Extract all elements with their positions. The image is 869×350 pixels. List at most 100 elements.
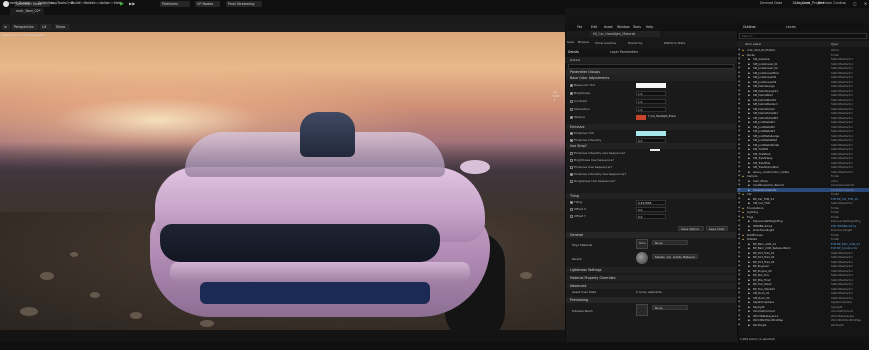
viewport-menu-icon[interactable]: ≡ <box>2 24 10 30</box>
vp-nodes-button[interactable]: VP Nodes <box>195 1 220 7</box>
tab-details[interactable]: Details <box>568 50 579 54</box>
window-controls[interactable]: – ◻ ✕ <box>844 1 869 6</box>
menu-item-tools[interactable]: Tools <box>57 1 66 5</box>
details-label: Details <box>570 58 581 62</box>
texture-name: T_Car_Headlight_Emiss <box>648 115 676 118</box>
property-row: Emissive Intensity Use Sequencer? <box>566 171 736 177</box>
cmd-dropdown[interactable]: Cmd <box>66 1 74 5</box>
section-lightmass[interactable]: Lightmass Settings <box>566 267 736 273</box>
save-button[interactable]: Save <box>567 40 574 44</box>
material-menu-help[interactable]: Help <box>646 25 653 29</box>
material-menu-asset[interactable]: Asset <box>604 25 613 29</box>
property-value-input[interactable]: 0.497868 <box>636 199 666 205</box>
content-drawer-button[interactable]: Content Drawer <box>4 1 31 5</box>
tab-layer-parameters[interactable]: Layer Parameters <box>610 50 638 54</box>
revision-control-button[interactable]: Revision Control <box>818 1 846 5</box>
unsaved-button[interactable]: 1 Unsaved <box>792 1 810 5</box>
override-checkbox[interactable] <box>570 99 573 103</box>
browse-button[interactable]: Browse <box>578 40 589 44</box>
property-label: Offset X <box>574 207 587 211</box>
material-menu-window[interactable]: Window <box>617 25 630 29</box>
override-checkbox[interactable] <box>570 107 573 111</box>
save-sibling-button[interactable]: Save Sibling <box>678 226 704 231</box>
column-item-label[interactable]: Item Label <box>745 41 761 47</box>
status-bar <box>0 342 869 350</box>
platforms-button[interactable]: Platforms <box>160 1 190 7</box>
console-input[interactable]: Enter Console Command <box>80 1 122 5</box>
property-value-input[interactable]: 0.0 <box>636 206 666 212</box>
perspective-button[interactable]: Perspective <box>12 24 38 30</box>
property-value-input[interactable]: 0.0 <box>636 213 666 219</box>
parent-material-dropdown[interactable]: Master_Car_Lights_Material <box>652 254 698 259</box>
property-row: Offset X 0.0 <box>566 206 736 212</box>
viewport-hud: 10 0.25 4 <box>553 90 563 110</box>
property-label: Emissive Intensity Use Sequencer? <box>574 172 627 176</box>
override-checkbox[interactable] <box>570 151 573 155</box>
asset-user-data-value: 0 Array elements <box>636 290 662 294</box>
property-value-input[interactable]: 0.0 <box>636 137 666 143</box>
level-tab[interactable]: rock_Yard_02* <box>10 8 44 15</box>
pixel-streaming-button[interactable]: Pixel Streaming <box>226 1 262 7</box>
lit-button[interactable]: Lit <box>40 24 52 30</box>
preview-mesh-thumbnail[interactable] <box>636 304 648 316</box>
muscle-car[interactable] <box>140 112 520 330</box>
property-label: Contrast <box>574 99 587 103</box>
derived-data-button[interactable]: Derived Data <box>760 1 782 5</box>
section-use-strip[interactable]: Use Strip? <box>566 143 736 149</box>
color-swatch[interactable] <box>636 82 666 88</box>
skip-icon[interactable]: ▶▶ <box>129 1 135 7</box>
level-viewport[interactable]: Pilot Actor: CineCameraActor 10 0.25 4 <box>0 32 565 330</box>
tab-levels[interactable]: Levels <box>786 25 796 29</box>
outliner-search-input[interactable] <box>739 33 867 39</box>
property-value-input[interactable]: 1.0 <box>636 106 666 112</box>
property-value-input[interactable]: 1.0 <box>636 98 666 104</box>
output-log-button[interactable]: Output Log <box>38 1 57 5</box>
car-hood-scoop <box>300 112 355 157</box>
override-checkbox[interactable] <box>570 158 573 162</box>
hierarchy-button[interactable]: Hierarchy <box>628 41 643 45</box>
property-row: Emissive Use Sequencer? <box>566 164 736 170</box>
material-menu-edit[interactable]: Edit <box>591 25 597 29</box>
property-row: Emissive Intensity Use Sequence? <box>566 150 736 156</box>
section-base-color[interactable]: Base Color Adjustments <box>566 75 736 81</box>
override-checkbox[interactable] <box>570 200 573 204</box>
property-row: Texture T_Car_Headlight_Emiss <box>566 114 736 120</box>
outliner-tabs <box>737 23 869 31</box>
section-material-property-overrides[interactable]: Material Property Overrides <box>566 275 736 281</box>
color-swatch[interactable] <box>636 130 666 136</box>
color-swatch[interactable] <box>636 114 646 120</box>
show-inactive-button[interactable]: Show Inactive <box>595 41 616 45</box>
section-general[interactable]: General <box>566 232 736 238</box>
tab-outliner[interactable]: Outliner <box>743 25 756 29</box>
override-checkbox[interactable] <box>570 91 573 95</box>
override-checkbox[interactable] <box>570 83 573 87</box>
column-type[interactable]: Type <box>831 41 838 47</box>
section-previewing[interactable]: Previewing <box>566 297 736 303</box>
override-checkbox[interactable] <box>570 131 573 135</box>
override-checkbox[interactable] <box>570 207 573 211</box>
override-checkbox[interactable] <box>570 165 573 169</box>
platform-stats-button[interactable]: Platform Stats <box>664 41 685 45</box>
phys-material-dropdown[interactable]: None <box>652 240 688 245</box>
parent-material-sphere[interactable] <box>636 252 648 264</box>
property-label: Saturation <box>574 107 590 111</box>
override-checkbox[interactable] <box>570 138 573 142</box>
material-menu-tools[interactable]: Tools <box>633 25 641 29</box>
property-label: Roughness Use Sequencer? <box>574 179 616 183</box>
override-checkbox[interactable] <box>570 115 573 119</box>
material-menu-file[interactable]: File <box>577 25 582 29</box>
outliner-row[interactable]: ◉ ▪ Rectangle RectLight <box>737 323 869 328</box>
show-button[interactable]: Show <box>54 24 70 30</box>
override-checkbox[interactable] <box>570 172 573 176</box>
outliner-item-label: Rectangle <box>753 322 767 327</box>
save-child-button[interactable]: Save Child <box>706 226 728 231</box>
level-tab-row <box>0 8 565 15</box>
property-value-input[interactable]: 1.0 <box>636 90 666 96</box>
preview-mesh-dropdown[interactable]: None <box>652 305 688 310</box>
property-label: Tiling <box>574 200 583 204</box>
override-checkbox[interactable] <box>570 179 573 183</box>
override-checkbox[interactable] <box>570 214 573 218</box>
property-label: Emissive Intensity Use Sequence? <box>574 151 626 155</box>
section-advanced[interactable]: Advanced <box>566 283 736 289</box>
visibility-eye-icon[interactable]: ◉ <box>738 323 740 328</box>
